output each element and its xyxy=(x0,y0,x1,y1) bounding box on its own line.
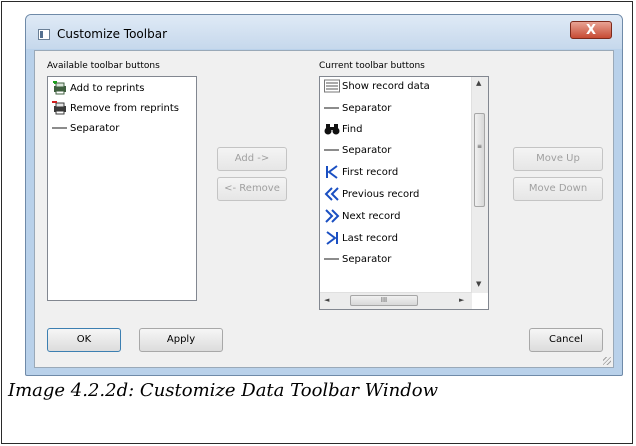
dialog-body: Available toolbar buttons Add to reprint… xyxy=(34,50,614,368)
list-item[interactable]: Find xyxy=(324,120,363,140)
available-buttons-label: Available toolbar buttons xyxy=(47,61,160,71)
list-item-label: Separator xyxy=(70,123,120,134)
current-buttons-label: Current toolbar buttons xyxy=(319,61,425,71)
list-item-label: Separator xyxy=(342,254,392,265)
horizontal-scroll-thumb[interactable]: III xyxy=(350,295,418,306)
list-item-label: Find xyxy=(342,124,363,135)
scroll-right-icon[interactable]: ► xyxy=(459,296,464,304)
available-buttons-list[interactable]: Add to reprints Remove from reprints Sep… xyxy=(47,76,197,301)
scroll-left-icon[interactable]: ◄ xyxy=(324,296,329,304)
scroll-down-icon[interactable]: ▼ xyxy=(476,280,481,288)
binoculars-icon xyxy=(324,122,340,136)
list-item-label: Separator xyxy=(342,103,392,114)
list-item[interactable]: Add to reprints xyxy=(52,79,145,99)
vertical-scroll-thumb[interactable] xyxy=(474,113,485,207)
separator-icon xyxy=(324,258,339,260)
list-item-label: Show record data xyxy=(342,81,430,92)
scroll-up-icon[interactable]: ▲ xyxy=(476,79,481,87)
separator-icon xyxy=(324,149,339,151)
list-item[interactable]: Remove from reprints xyxy=(52,99,179,119)
list-item[interactable]: Separator xyxy=(324,99,391,119)
window-title: Customize Toolbar xyxy=(57,27,168,41)
resize-grip-icon[interactable] xyxy=(603,357,611,365)
printer-remove-icon xyxy=(52,101,68,115)
separator-icon xyxy=(52,127,67,129)
window-icon xyxy=(38,29,50,40)
add-button[interactable]: Add -> xyxy=(217,147,287,171)
list-item-label: Remove from reprints xyxy=(70,103,179,114)
vertical-scrollbar[interactable]: ▲ ≡ ▼ xyxy=(471,77,488,293)
first-record-icon xyxy=(324,165,340,179)
list-item-label: Last record xyxy=(342,233,398,244)
last-record-icon xyxy=(324,231,340,245)
list-item[interactable]: Last record xyxy=(324,229,398,249)
apply-button[interactable]: Apply xyxy=(139,328,223,352)
previous-record-icon xyxy=(324,187,340,201)
scroll-grip-icon: ≡ xyxy=(477,143,483,150)
list-item-label: Separator xyxy=(342,145,392,156)
cancel-button[interactable]: Cancel xyxy=(529,328,603,352)
figure-caption: Image 4.2.2d: Customize Data Toolbar Win… xyxy=(8,380,439,401)
list-item[interactable]: Separator xyxy=(52,119,119,139)
list-item-label: First record xyxy=(342,167,399,178)
list-item[interactable]: Separator xyxy=(324,141,391,161)
remove-button[interactable]: <- Remove xyxy=(217,177,287,201)
move-up-button[interactable]: Move Up xyxy=(513,147,603,171)
list-item[interactable]: Previous record xyxy=(324,185,419,205)
list-item[interactable]: Separator xyxy=(324,250,391,270)
printer-add-icon xyxy=(52,80,68,95)
close-button[interactable]: X xyxy=(570,21,612,39)
list-item-label: Previous record xyxy=(342,189,420,200)
separator-icon xyxy=(324,107,339,109)
next-record-icon xyxy=(324,209,340,223)
customize-toolbar-window: Customize Toolbar X Available toolbar bu… xyxy=(25,14,623,376)
current-buttons-list[interactable]: Show record data Separator Find Separato… xyxy=(319,76,489,310)
move-down-button[interactable]: Move Down xyxy=(513,177,603,201)
title-bar[interactable]: Customize Toolbar X xyxy=(26,15,622,49)
record-data-icon xyxy=(324,79,340,93)
list-item[interactable]: Show record data xyxy=(324,77,430,97)
ok-button[interactable]: OK xyxy=(47,328,121,352)
list-item-label: Next record xyxy=(342,211,401,222)
list-item-label: Add to reprints xyxy=(70,83,145,94)
horizontal-scrollbar[interactable]: ◄ III ► xyxy=(320,292,472,309)
list-item[interactable]: First record xyxy=(324,163,398,183)
list-item[interactable]: Next record xyxy=(324,207,400,227)
